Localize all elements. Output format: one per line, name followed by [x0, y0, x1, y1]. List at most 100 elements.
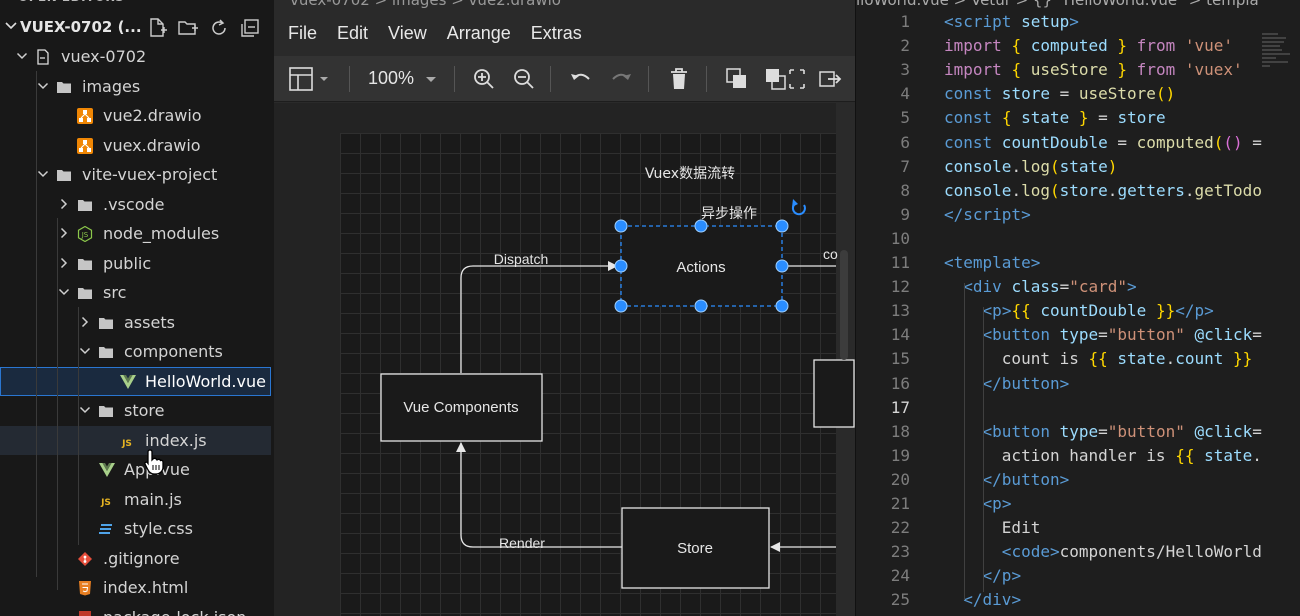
chevron-down-icon[interactable]	[4, 19, 18, 33]
code-token: =	[1252, 325, 1262, 345]
code-text: import { useStore } from 'vuex'	[944, 60, 1243, 79]
workspace-header[interactable]: VUEX-0702 (...	[0, 13, 274, 43]
tree-item[interactable]: components	[0, 337, 274, 366]
code-line[interactable]: 22 Edit	[856, 518, 1300, 542]
code-line[interactable]: 15 count is {{ state.count }}	[856, 349, 1300, 373]
code-token: 'vue'	[1184, 36, 1234, 56]
tree-item[interactable]: store	[0, 396, 274, 425]
code-line[interactable]: 4 const store = useStore()	[856, 84, 1300, 108]
json-file-icon	[77, 610, 93, 616]
editor-breadcrumb[interactable]: lloWorld.vue > Vetur > {} "HelloWorld.vu…	[856, 0, 1300, 9]
code-line[interactable]: 8 console.log(store.getters.getTodo	[856, 181, 1300, 205]
tree-item[interactable]: vite-vuex-project	[0, 160, 274, 189]
code-line[interactable]: 23 <code>components/HelloWorld	[856, 542, 1300, 566]
line-number: 18	[890, 421, 910, 441]
render-edge[interactable]	[456, 442, 622, 548]
tree-item-label: .gitignore	[103, 548, 180, 568]
dispatch-edge[interactable]	[460, 261, 618, 373]
code-token: >	[1049, 542, 1060, 562]
code-token: </	[982, 469, 1002, 489]
folder-icon	[77, 285, 93, 301]
tree-item[interactable]: index.html	[0, 573, 274, 602]
dispatch-label[interactable]: Dispatch	[494, 251, 548, 267]
tree-item-label: components	[124, 342, 223, 361]
code-token: </	[982, 373, 1002, 393]
tree-item[interactable]: assets	[0, 308, 274, 337]
tree-item[interactable]: vuex.drawio	[0, 131, 274, 160]
code-line[interactable]: 2 import { computed } from 'vue'	[856, 36, 1300, 60]
chevron-down-icon[interactable]	[79, 404, 91, 416]
new-file-icon[interactable]	[146, 17, 168, 39]
chevron-down-icon[interactable]	[37, 80, 49, 92]
collapse-all-icon[interactable]	[239, 17, 261, 39]
code-line[interactable]: 25 </div>	[856, 590, 1300, 614]
chevron-down-icon[interactable]	[79, 345, 91, 357]
tree-item[interactable]: HelloWorld.vue	[0, 366, 271, 396]
tree-item[interactable]: vuex-0702	[0, 42, 274, 71]
code-line[interactable]: 3 import { useStore } from 'vuex'	[856, 60, 1300, 84]
tree-item[interactable]: vue2.drawio	[0, 101, 274, 130]
tree-item[interactable]: style.css	[0, 514, 274, 543]
code-line[interactable]: 9 </script>	[856, 205, 1300, 229]
chevron-right-icon[interactable]	[58, 227, 70, 239]
code-line[interactable]: 11 <template>	[856, 253, 1300, 277]
minimap[interactable]	[1258, 30, 1298, 90]
code-text: </script>	[944, 205, 1031, 224]
chevron-down-icon[interactable]	[58, 286, 70, 298]
code-line[interactable]: 5 const { state } = store	[856, 108, 1300, 132]
code-line[interactable]: 17	[856, 398, 1300, 422]
line-number: 1	[900, 12, 910, 31]
code-text: <script setup>	[944, 12, 1079, 31]
chevron-right-icon[interactable]	[58, 198, 70, 210]
chevron-right-icon[interactable]	[79, 316, 91, 328]
code-line[interactable]: 12 <div class="card">	[856, 277, 1300, 301]
tree-item[interactable]: .gitignore	[0, 544, 274, 573]
commit-label-partial[interactable]: co	[823, 246, 838, 262]
tree-item[interactable]: src	[0, 278, 274, 307]
code-line[interactable]: 21 <p>	[856, 494, 1300, 518]
code-editor[interactable]: lloWorld.vue > Vetur > {} "HelloWorld.vu…	[855, 0, 1300, 616]
tree-item[interactable]: package-lock.json	[0, 603, 274, 616]
tree-item-label: store	[124, 401, 165, 420]
tree-item[interactable]: JS node_modules	[0, 219, 274, 248]
line-number: 7	[900, 156, 910, 176]
open-editors-header[interactable]: OPEN EDITORS	[0, 0, 274, 8]
tree-item[interactable]: images	[0, 72, 274, 101]
tree-item[interactable]: public	[0, 249, 274, 278]
code-line[interactable]: 24 </p>	[856, 566, 1300, 590]
diagram-title[interactable]: Vuex数据流转	[645, 166, 735, 182]
code-token: 'vuex'	[1184, 60, 1243, 80]
chevron-right-icon[interactable]	[58, 257, 70, 269]
rotate-handle-icon[interactable]	[791, 199, 806, 216]
code-line[interactable]: 10	[856, 229, 1300, 253]
line-number: 22	[890, 518, 910, 538]
code-line[interactable]: 13 <p>{{ countDouble }}</p>	[856, 301, 1300, 325]
async-label[interactable]: 异步操作	[701, 206, 757, 222]
tree-item[interactable]: JS main.js	[0, 485, 274, 514]
mutations-node-partial[interactable]	[813, 359, 855, 428]
code-line[interactable]: 20 </button>	[856, 470, 1300, 494]
refresh-icon[interactable]	[208, 17, 230, 39]
render-label[interactable]: Render	[499, 535, 545, 551]
code-line[interactable]: 7 console.log(state)	[856, 157, 1300, 181]
code-token: {{	[1175, 445, 1195, 465]
tree-item[interactable]: .vscode	[0, 190, 274, 219]
new-folder-icon[interactable]	[177, 17, 199, 39]
tree-item-label: vite-vuex-project	[82, 165, 218, 184]
folder-icon	[77, 197, 93, 213]
code-line[interactable]: 14 <button type="button" @click=	[856, 325, 1300, 349]
code-line[interactable]: 6 const countDouble = computed(() =	[856, 133, 1300, 157]
code-token: state	[1194, 445, 1253, 465]
code-text: </button>	[944, 469, 1070, 489]
code-token: computed	[1021, 36, 1118, 56]
tree-item[interactable]: App.vue	[0, 455, 274, 484]
chevron-down-icon[interactable]	[37, 168, 49, 180]
code-line[interactable]: 19 action handler is {{ state.	[856, 446, 1300, 470]
code-line[interactable]: 16 </button>	[856, 374, 1300, 398]
tree-item[interactable]: JS index.js	[0, 425, 271, 455]
code-text: <div class="card">	[944, 277, 1136, 296]
code-line[interactable]: 1 <script setup>	[856, 12, 1300, 36]
chevron-down-icon[interactable]	[16, 50, 28, 62]
canvas-scrollbar[interactable]	[840, 250, 848, 360]
code-line[interactable]: 18 <button type="button" @click=	[856, 422, 1300, 446]
